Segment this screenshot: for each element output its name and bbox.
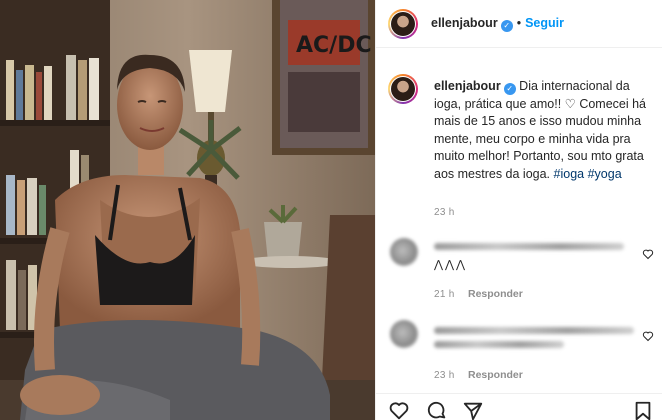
author-avatar[interactable]	[388, 9, 418, 39]
caption-text: Dia internacional da ioga, prática que a…	[434, 79, 647, 181]
verified-badge-icon: ✓	[500, 20, 513, 32]
svg-text:AC/DC: AC/DC	[296, 33, 372, 58]
comment-1-visible-text: ⋀⋀⋀	[434, 259, 468, 271]
caption-timestamp[interactable]: 23 h	[434, 207, 455, 218]
comment-2-blurred-text-line-1	[434, 327, 634, 334]
caption-verified-badge-icon: ✓	[503, 83, 516, 95]
comment-1-reply-button[interactable]: Responder	[468, 288, 523, 300]
comment-1-blurred-text	[434, 243, 624, 250]
bookmark-icon[interactable]	[632, 400, 654, 420]
comment-2-timestamp[interactable]: 23 h	[434, 370, 455, 381]
yoga-photo-illustration: AC/DC	[0, 0, 375, 420]
comment-1-avatar[interactable]	[390, 238, 418, 266]
post-side-panel: ellenjabour ✓ • Seguir ellenjabour ✓ Dia int…	[375, 0, 662, 420]
hashtag-yoga[interactable]: #yoga	[588, 167, 622, 181]
follow-button[interactable]: Seguir	[525, 16, 564, 30]
post-caption: ellenjabour ✓ Dia internacional da ioga, …	[434, 78, 656, 183]
comment-2-reply-button[interactable]: Responder	[468, 369, 523, 381]
comment-icon[interactable]	[426, 400, 448, 420]
comment-2-like-icon[interactable]	[642, 330, 654, 342]
heart-icon[interactable]	[388, 400, 410, 420]
header-separator: •	[516, 16, 522, 30]
comment-1-timestamp[interactable]: 21 h	[434, 289, 455, 300]
hashtag-ioga[interactable]: #ioga	[554, 167, 585, 181]
caption-username[interactable]: ellenjabour	[434, 79, 501, 93]
comment-2-blurred-text-line-2	[434, 341, 564, 348]
share-icon[interactable]	[462, 400, 484, 420]
comment-2-avatar[interactable]	[390, 320, 418, 348]
post-action-bar	[376, 393, 662, 420]
author-username[interactable]: ellenjabour	[431, 16, 498, 30]
comment-1-like-icon[interactable]	[642, 248, 654, 260]
post-header: ellenjabour ✓ • Seguir	[376, 0, 662, 48]
caption-avatar[interactable]	[388, 74, 418, 104]
post-photo[interactable]: AC/DC	[0, 0, 375, 420]
